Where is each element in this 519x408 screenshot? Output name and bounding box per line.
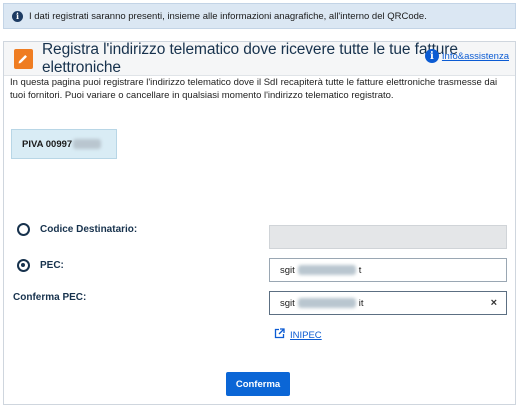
info-banner-text: I dati registrati saranno presenti, insi…	[29, 10, 427, 22]
edit-icon	[14, 48, 33, 69]
info-banner: i I dati registrati saranno presenti, in…	[3, 3, 516, 29]
redacted-mask	[297, 265, 356, 275]
clear-icon[interactable]: ×	[491, 297, 497, 309]
codice-destinatario-option[interactable]: Codice Destinatario:	[17, 223, 137, 236]
inipec-label[interactable]: INIPEC	[290, 330, 322, 341]
page-description: In questa pagina puoi registrare l'indir…	[10, 77, 498, 101]
confirm-pec-label: Conferma PEC:	[13, 292, 87, 303]
pec-radio[interactable]	[17, 259, 30, 272]
confirm-pec-row: Conferma PEC:	[13, 292, 86, 303]
pec-label: PEC:	[40, 260, 64, 271]
redacted-mask	[73, 139, 102, 149]
help-link[interactable]: i Info&assistenza	[424, 49, 509, 63]
confirm-pec-value-end: it	[358, 297, 364, 309]
redacted-mask	[297, 298, 356, 308]
pec-input[interactable]: sgit t	[269, 258, 507, 282]
info-icon: i	[12, 10, 23, 22]
codice-destinatario-radio[interactable]	[17, 223, 30, 236]
external-link-icon	[274, 328, 285, 342]
piva-label: PIVA 00997	[22, 138, 73, 150]
confirm-pec-value-start: sgit	[280, 297, 295, 309]
inipec-link[interactable]: INIPEC	[274, 328, 322, 342]
codice-destinatario-label: Codice Destinatario:	[40, 224, 138, 235]
codice-destinatario-input[interactable]	[269, 225, 507, 249]
confirm-button[interactable]: Conferma	[226, 372, 290, 396]
pec-value-end: t	[358, 264, 362, 276]
confirm-pec-input[interactable]: sgit it ×	[269, 291, 507, 315]
help-link-label[interactable]: Info&assistenza	[442, 51, 509, 62]
piva-box: PIVA 00997	[11, 129, 117, 159]
info-icon: i	[424, 49, 439, 63]
pec-value-start: sgit	[280, 264, 295, 276]
pec-option[interactable]: PEC:	[17, 259, 64, 272]
